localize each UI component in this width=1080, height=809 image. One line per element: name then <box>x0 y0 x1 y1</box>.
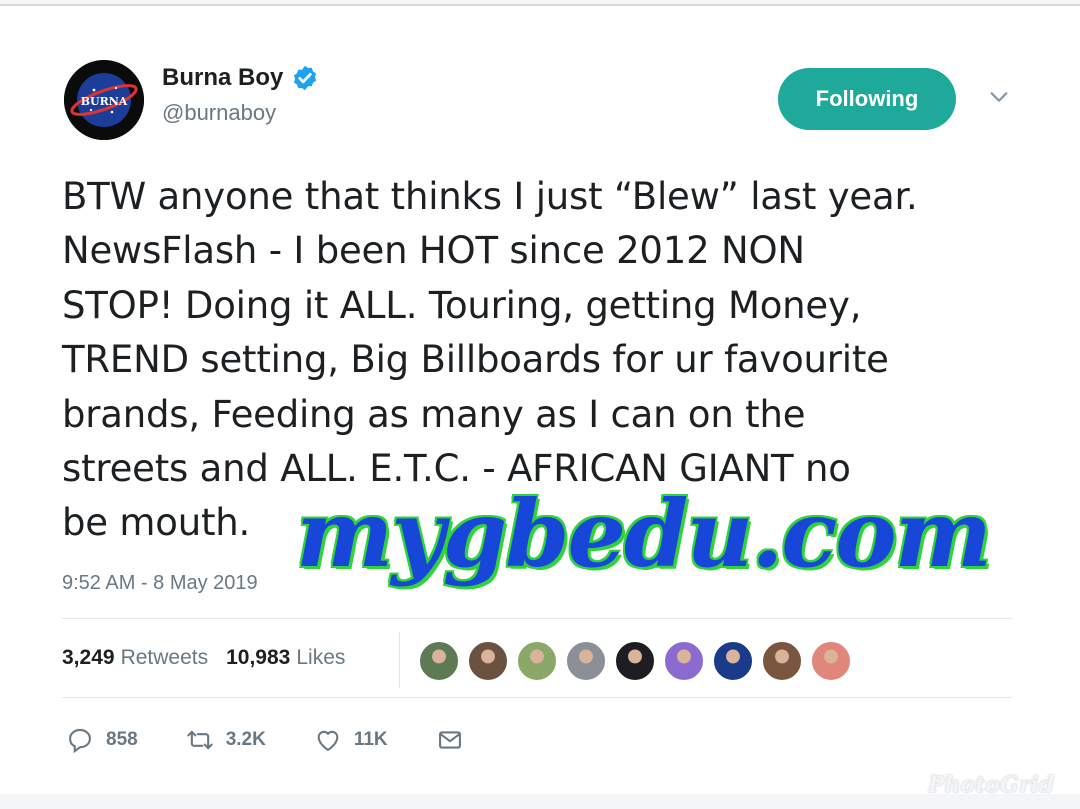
photogrid-watermark: PhotoGrid <box>928 772 1055 798</box>
reply-icon <box>69 729 91 754</box>
liker-avatar[interactable] <box>614 640 656 682</box>
tweet-text-line: STOP! Doing it ALL. Touring, getting Mon… <box>62 283 862 327</box>
tweet-stats: 3,249 Retweets 10,983 Likes <box>62 646 363 670</box>
liker-avatar[interactable] <box>516 640 558 682</box>
divider <box>62 697 1012 698</box>
retweet-icon <box>186 730 213 750</box>
chevron-down-icon[interactable] <box>988 86 1010 108</box>
reply-count: 858 <box>106 729 138 750</box>
liker-avatar[interactable] <box>712 640 754 682</box>
user-name-block: Burna Boy @burnaboy <box>162 64 319 126</box>
like-count: 11K <box>353 729 388 750</box>
liker-avatar[interactable] <box>565 640 607 682</box>
liker-avatar[interactable] <box>761 640 803 682</box>
tweet-actions: 858 3.2K 11K <box>66 726 512 754</box>
direct-message-button[interactable] <box>436 726 464 754</box>
verified-badge-icon <box>294 65 317 91</box>
retweets-label[interactable]: Retweets <box>121 646 209 670</box>
liker-avatar[interactable] <box>467 640 509 682</box>
user-handle[interactable]: @burnaboy <box>162 100 319 126</box>
tweet-text-line: BTW anyone that thinks I just “Blew” las… <box>62 175 918 218</box>
liker-avatar[interactable] <box>418 640 460 682</box>
retweet-count: 3.2K <box>225 729 266 750</box>
avatar-logo-icon: BURNA <box>64 60 144 140</box>
reply-button[interactable]: 858 <box>66 726 138 754</box>
envelope-icon <box>438 731 461 749</box>
tweet-card: BURNA Burna Boy @burnaboy Following BTW … <box>0 4 1080 798</box>
tweet-text-line: TREND setting, Big Billboards for ur fav… <box>62 338 889 382</box>
liker-avatars <box>418 640 859 682</box>
likes-count[interactable]: 10,983 <box>226 646 290 670</box>
likes-label[interactable]: Likes <box>296 646 345 670</box>
avatar[interactable]: BURNA <box>64 60 144 140</box>
svg-text:BURNA: BURNA <box>81 95 128 108</box>
liker-avatar[interactable] <box>810 640 852 682</box>
vertical-divider <box>399 632 400 688</box>
heart-icon <box>317 730 339 751</box>
following-button[interactable]: Following <box>778 68 956 130</box>
watermark-text: mygbedu.com <box>296 480 992 588</box>
liker-avatar[interactable] <box>663 640 705 682</box>
retweet-button[interactable]: 3.2K <box>186 726 266 754</box>
retweets-count[interactable]: 3,249 <box>62 646 115 670</box>
tweet-text-line: NewsFlash - I been HOT since 2012 NON <box>62 229 805 273</box>
tweet-header: BURNA Burna Boy @burnaboy Following <box>60 56 1020 146</box>
tweet-text-line: brands, Feeding as many as I can on the <box>62 392 806 436</box>
display-name[interactable]: Burna Boy <box>162 64 283 92</box>
divider <box>62 618 1012 619</box>
like-button[interactable]: 11K <box>314 726 388 754</box>
tweet-timestamp[interactable]: 9:52 AM - 8 May 2019 <box>62 572 258 595</box>
